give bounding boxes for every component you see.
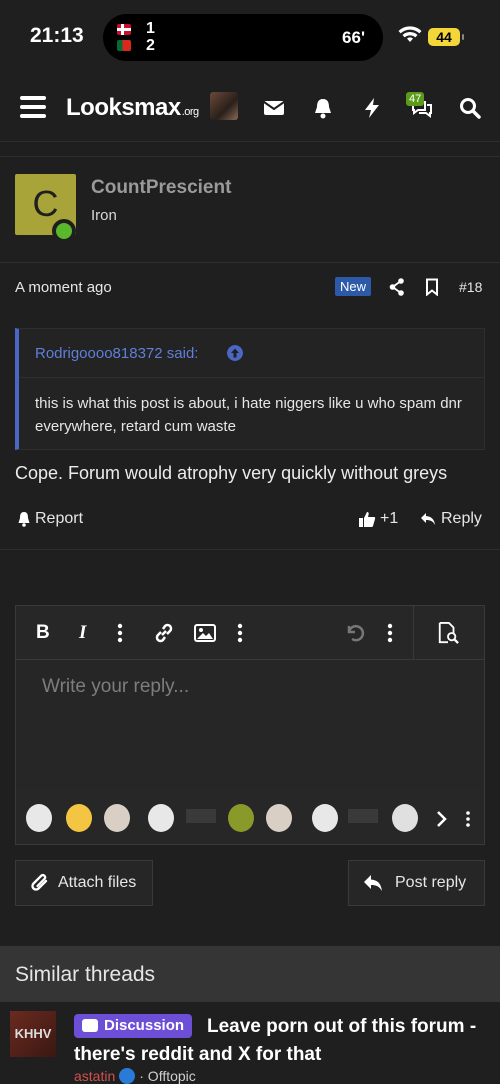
thread-author[interactable]: astatin — [74, 1068, 115, 1084]
more-insert-options-icon[interactable] — [236, 622, 244, 644]
status-bar: 21:13 1 2 66' 44 — [0, 0, 500, 72]
wifi-icon — [398, 26, 422, 42]
chevron-right-icon[interactable] — [436, 810, 448, 828]
menu-icon[interactable] — [20, 96, 46, 118]
preview-icon[interactable] — [436, 622, 460, 644]
post-reply-label: Post reply — [395, 874, 467, 891]
post-message: Cope. Forum would atrophy very quickly w… — [15, 463, 448, 483]
verified-badge-icon — [119, 1068, 136, 1084]
wojak-hands-smilie[interactable] — [266, 804, 292, 832]
wojak-sad-smilie[interactable] — [312, 804, 338, 832]
search-icon[interactable] — [458, 96, 482, 120]
attach-files-label: Attach files — [58, 874, 137, 891]
quote-author[interactable]: Rodrigoooo818372 said: — [35, 345, 198, 362]
thread-prefix-badge[interactable]: Discussion — [74, 1014, 193, 1038]
dynamic-island-live-score[interactable]: 1 2 66' — [103, 14, 383, 61]
chat-bubble-icon — [82, 1019, 98, 1032]
more-options-icon[interactable] — [386, 622, 394, 644]
match-minute: 66' — [342, 28, 365, 47]
post-author-title: Iron — [91, 207, 117, 224]
quote-block: Rodrigoooo818372 said: this is what this… — [15, 328, 485, 450]
thread-prefix-label: Discussion — [104, 1017, 185, 1034]
reply-arrow-icon — [421, 513, 435, 525]
lightning-icon[interactable] — [360, 96, 384, 120]
reply-placeholder: Write your reply... — [42, 676, 190, 697]
wojak-tears-smilie[interactable] — [148, 804, 174, 832]
more-text-options-icon[interactable] — [116, 622, 124, 644]
undo-icon[interactable] — [344, 622, 366, 644]
portugal-flag-icon — [117, 40, 131, 51]
soyjak-smilie[interactable] — [26, 804, 52, 832]
user-avatar[interactable] — [210, 92, 238, 120]
post-number[interactable]: #18 — [459, 279, 482, 295]
post-meta-bar: A moment ago New #18 — [0, 262, 500, 312]
crying-laughing-emoji[interactable] — [66, 804, 92, 832]
logo-suffix: .org — [181, 106, 199, 118]
divider — [0, 156, 500, 157]
more-smilies-icon[interactable] — [465, 810, 471, 828]
reply-arrow-icon — [364, 875, 382, 891]
reply-editor: B I Write your reply... — [15, 605, 485, 845]
logo-text: Looksmax — [66, 94, 181, 121]
jump-to-quote-icon[interactable] — [227, 345, 243, 361]
post-reply-button[interactable]: Post reply — [348, 860, 485, 906]
attach-files-button[interactable]: Attach files — [15, 860, 153, 906]
clock: 21:13 — [30, 24, 84, 47]
text-smilie-2[interactable] — [348, 809, 378, 823]
reply-button[interactable]: Reply — [420, 510, 482, 528]
thread-thumbnail[interactable]: KHHV — [10, 1011, 56, 1057]
wojak-smilie[interactable] — [104, 804, 130, 832]
similar-threads-header: Similar threads — [0, 946, 500, 1002]
site-logo[interactable]: Looksmax.org — [66, 94, 199, 122]
share-icon[interactable] — [389, 278, 405, 296]
home-score: 1 — [146, 20, 155, 37]
paperclip-icon — [31, 873, 48, 891]
italic-button[interactable]: I — [79, 622, 86, 644]
like-count: +1 — [380, 510, 399, 527]
norway-flag-icon — [117, 24, 131, 35]
online-status-dot — [52, 219, 76, 243]
bold-button[interactable]: B — [36, 622, 50, 644]
report-label: Report — [35, 510, 84, 527]
bell-icon — [18, 512, 30, 527]
similar-threads-title: Similar threads — [15, 963, 156, 986]
inbox-icon[interactable] — [262, 96, 286, 120]
reply-label: Reply — [441, 510, 482, 527]
post-date[interactable]: A moment ago — [15, 279, 112, 296]
smilie-bar — [16, 796, 484, 842]
soyjak-smilie-2[interactable] — [392, 804, 418, 832]
away-score: 2 — [146, 37, 155, 54]
link-icon[interactable] — [153, 622, 175, 644]
shrek-smilie[interactable] — [228, 804, 254, 832]
quote-text: this is what this post is about, i hate … — [35, 395, 462, 435]
quote-divider — [19, 377, 485, 378]
reply-textarea[interactable]: Write your reply... — [16, 660, 484, 790]
thread-meta: astatin · Offtopic — [74, 1068, 196, 1084]
like-button[interactable]: +1 — [358, 510, 398, 528]
image-icon[interactable] — [194, 622, 216, 644]
site-header: Looksmax.org 47 — [0, 72, 500, 142]
new-badge: New — [335, 277, 372, 296]
report-button[interactable]: Report — [17, 510, 83, 528]
thumbs-up-icon — [359, 512, 376, 527]
thread-forum[interactable]: · Offtopic — [139, 1068, 196, 1084]
alerts-badge: 47 — [406, 92, 425, 106]
editor-toolbar: B I — [16, 606, 484, 660]
bookmark-icon[interactable] — [425, 278, 439, 296]
post-actions-bar: Report +1 Reply — [0, 500, 500, 550]
battery-icon: 44 — [428, 28, 464, 46]
text-smilie[interactable] — [186, 809, 216, 823]
post-author-name[interactable]: CountPrescient — [91, 177, 231, 199]
bell-icon[interactable] — [311, 96, 335, 120]
toolbar-divider — [413, 606, 414, 660]
